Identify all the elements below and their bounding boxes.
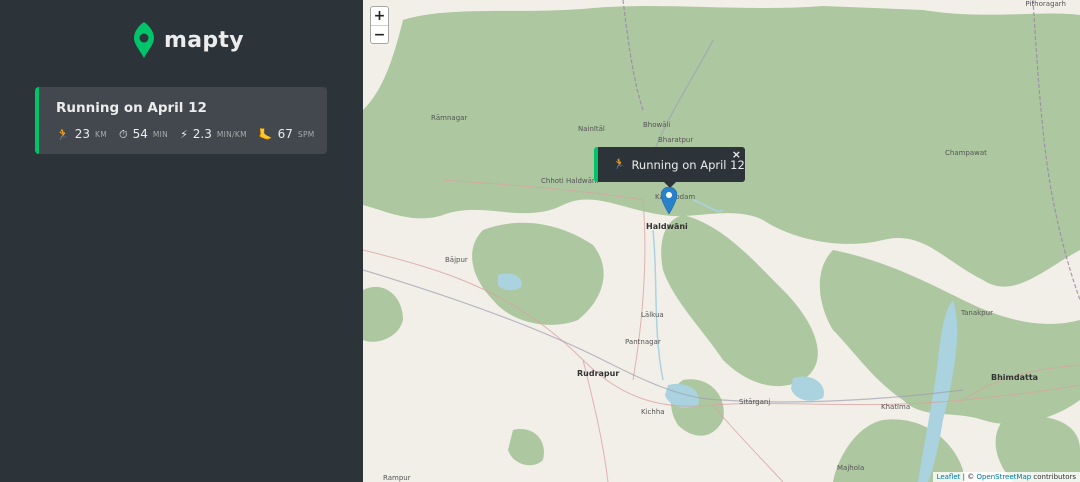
popup-text: Running on April 12 bbox=[631, 157, 745, 172]
detail-pace: ⚡ 2.3 min/km bbox=[180, 127, 247, 141]
cadence-value: 67 bbox=[277, 127, 293, 141]
attribution-separator: | © bbox=[960, 473, 977, 481]
logo: mapty bbox=[132, 22, 244, 58]
leaflet-link[interactable]: Leaflet bbox=[937, 473, 961, 481]
detail-distance: 🏃 23 km bbox=[56, 127, 107, 141]
place-label: Khatīma bbox=[881, 403, 911, 411]
place-label: Champawat bbox=[945, 149, 987, 157]
place-label: Rampur bbox=[383, 474, 411, 482]
duration-value: 54 bbox=[132, 127, 148, 141]
place-label: Rudrapur bbox=[577, 369, 620, 378]
distance-unit: km bbox=[94, 129, 107, 139]
app-title: mapty bbox=[164, 27, 244, 53]
place-label: Rāmnagar bbox=[431, 114, 468, 122]
place-label: Tanakpur bbox=[961, 309, 993, 317]
place-label: Bhimdatta bbox=[991, 373, 1039, 382]
workout-popup[interactable]: 🏃 Running on April 12 × bbox=[594, 147, 745, 182]
pace-unit: min/km bbox=[216, 129, 247, 139]
zoom-control: + − bbox=[370, 6, 389, 44]
place-label: Haldwāni bbox=[646, 222, 688, 231]
attribution-contributors: contributors bbox=[1031, 473, 1076, 481]
cadence-unit: spm bbox=[297, 129, 315, 139]
running-icon: 🏃 bbox=[613, 159, 626, 170]
map-tiles[interactable] bbox=[363, 0, 1080, 482]
place-label: Majhola bbox=[837, 464, 865, 472]
place-label: Kichha bbox=[641, 408, 665, 416]
sidebar: mapty Running on April 12 🏃 23 km ⏱ 54 m… bbox=[0, 0, 363, 482]
place-label: Bājpur bbox=[445, 256, 468, 264]
workout-card[interactable]: Running on April 12 🏃 23 km ⏱ 54 min ⚡ 2… bbox=[35, 87, 327, 154]
duration-unit: min bbox=[152, 129, 169, 139]
place-label: Pantnagar bbox=[625, 338, 661, 346]
osm-link[interactable]: OpenStreetMap bbox=[976, 473, 1031, 481]
map[interactable]: Pithoragarh Rāmnagar Nainītāl Bhowāli Bh… bbox=[363, 0, 1080, 482]
place-label: Nainītāl bbox=[578, 125, 605, 133]
workout-title: Running on April 12 bbox=[56, 100, 207, 116]
place-label: Bhowāli bbox=[643, 121, 671, 129]
zoom-out-button[interactable]: − bbox=[371, 25, 388, 43]
footprint-icon: 🦶 bbox=[258, 127, 273, 141]
place-label: Pithoragarh bbox=[1025, 0, 1066, 8]
map-marker-icon[interactable] bbox=[661, 187, 677, 214]
pace-value: 2.3 bbox=[192, 127, 212, 141]
popup-close-button[interactable]: × bbox=[732, 148, 741, 161]
lightning-icon: ⚡ bbox=[180, 127, 188, 141]
zoom-in-button[interactable]: + bbox=[371, 7, 388, 25]
map-attribution: Leaflet | © OpenStreetMap contributors bbox=[932, 472, 1080, 482]
distance-value: 23 bbox=[74, 127, 90, 141]
workout-details: 🏃 23 km ⏱ 54 min ⚡ 2.3 min/km 🦶 67 spm bbox=[56, 127, 327, 141]
place-label: Bharatpur bbox=[658, 136, 694, 144]
place-label: Lālkua bbox=[641, 311, 664, 319]
detail-duration: ⏱ 54 min bbox=[119, 127, 168, 141]
running-icon: 🏃 bbox=[56, 127, 70, 141]
place-label: Chhoti Haldwāni bbox=[541, 177, 599, 185]
map-pin-logo-icon bbox=[134, 22, 154, 58]
stopwatch-icon: ⏱ bbox=[118, 127, 128, 141]
place-label: Sitārganj bbox=[739, 398, 771, 406]
detail-cadence: 🦶 67 spm bbox=[259, 127, 315, 141]
